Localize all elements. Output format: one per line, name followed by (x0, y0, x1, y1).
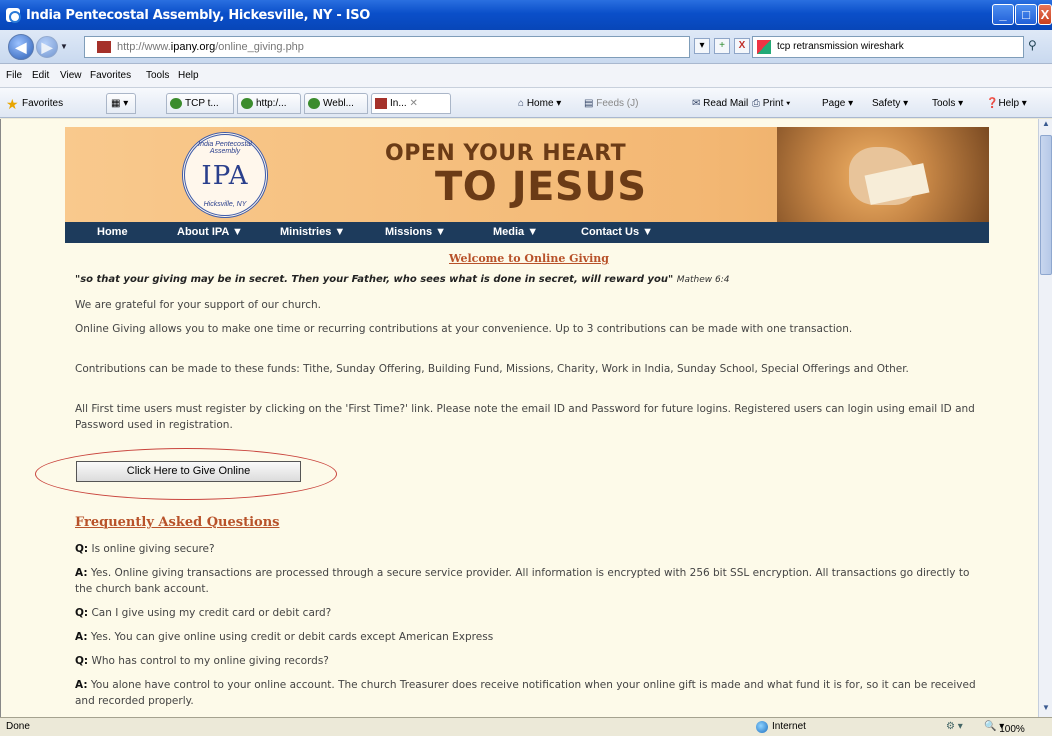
nav-missions[interactable]: Missions ▼ (385, 226, 446, 238)
faq-answer: A: You alone have control to your online… (75, 679, 976, 707)
ipa-logo[interactable]: India Pentecostal Assembly IPA Hicksvill… (182, 132, 268, 218)
search-input[interactable]: tcp retransmission wireshark (752, 36, 1024, 58)
maximize-button[interactable]: □ (1015, 4, 1037, 25)
back-button[interactable]: ◀ (8, 34, 34, 60)
forward-button[interactable]: ▶ (36, 36, 58, 58)
nav-media[interactable]: Media ▼ (493, 226, 538, 238)
address-toolbar: ◀ ▶ ▼ http://www.ipany.org/online_giving… (0, 30, 1052, 64)
address-bar[interactable]: http://www.ipany.org/online_giving.php (84, 36, 690, 58)
tab-ie-icon (170, 98, 182, 109)
banner-praying-photo (777, 127, 989, 222)
print-button[interactable]: ⎙ Print ▾ (752, 98, 790, 109)
read-mail-button[interactable]: ✉ Read Mail (692, 98, 748, 109)
faq-question: Q: Can I give using my credit card or de… (75, 607, 332, 619)
menu-view[interactable]: View (60, 70, 82, 81)
nav-home[interactable]: Home (97, 226, 128, 238)
protected-mode-icon[interactable]: ⚙ ▾ (946, 721, 963, 732)
tab-ie-icon (241, 98, 253, 109)
feeds-button[interactable]: ▤ Feeds (J) (584, 98, 638, 109)
home-button[interactable]: ⌂ Home ▾ (518, 98, 561, 109)
nav-ministries[interactable]: Ministries ▼ (280, 226, 345, 238)
printer-icon: ⎙ (752, 98, 763, 109)
mail-icon: ✉ (692, 98, 704, 109)
search-icon[interactable]: ⚲ (1028, 38, 1037, 52)
zoom-level[interactable]: 🔍 100% ▾ (984, 721, 1025, 735)
safety-menu-button[interactable]: Safety ▾ (872, 98, 908, 109)
ie-icon (6, 8, 21, 23)
favorites-star-icon[interactable]: ★ (6, 96, 19, 113)
quick-tabs-button[interactable]: ▦ ▾ (106, 93, 136, 114)
banner-slogan-line1: OPEN YOUR HEART (385, 141, 627, 166)
status-bar: Done Internet ⚙ ▾ 🔍 100% ▾ (0, 717, 1052, 736)
status-text: Done (6, 721, 30, 732)
close-window-button[interactable]: X (1038, 4, 1052, 25)
window-title-bar: India Pentecostal Assembly, Hickesville,… (0, 0, 1052, 30)
tab-webl[interactable]: Webl... (304, 93, 368, 114)
scripture-reference: Mathew 6:4 (676, 275, 730, 285)
menu-file[interactable]: File (6, 70, 22, 81)
tab-active[interactable]: In... ✕ (371, 93, 451, 114)
menu-bar: File Edit View Favorites Tools Help (0, 64, 1052, 88)
scroll-thumb[interactable] (1040, 135, 1052, 275)
intro-paragraph: We are grateful for your support of our … (75, 299, 321, 311)
give-online-button[interactable]: Click Here to Give Online (76, 461, 301, 482)
internet-zone-icon (756, 721, 768, 733)
home-icon: ⌂ (518, 98, 527, 109)
funds-paragraph: Contributions can be made to these funds… (75, 363, 909, 375)
registration-paragraph: All First time users must register by cl… (75, 403, 975, 431)
minimize-button[interactable]: _ (992, 4, 1014, 25)
logo-ring-top: India Pentecostal Assembly (198, 141, 252, 155)
tab-site-icon (375, 98, 387, 109)
online-giving-paragraph: Online Giving allows you to make one tim… (75, 323, 853, 335)
site-banner: India Pentecostal Assembly IPA Hicksvill… (65, 127, 989, 222)
address-url[interactable]: http://www.ipany.org/online_giving.php (117, 41, 304, 53)
address-dropdown-icon[interactable]: ▾ (694, 38, 710, 54)
page-viewport: India Pentecostal Assembly IPA Hicksvill… (0, 119, 1038, 717)
logo-ring-bottom: Hicksville, NY (203, 201, 247, 208)
vertical-scrollbar[interactable]: ▲ ▼ (1038, 119, 1052, 717)
site-navigation: Home About IPA ▼ Ministries ▼ Missions ▼… (65, 222, 989, 243)
window-title: India Pentecostal Assembly, Hickesville,… (26, 8, 371, 23)
search-provider-icon (757, 40, 771, 54)
help-menu-button[interactable]: ❓Help ▾ (986, 98, 1027, 109)
help-icon: ❓ (986, 98, 999, 109)
tools-menu-button[interactable]: Tools ▾ (932, 98, 963, 109)
scroll-down-icon[interactable]: ▼ (1040, 703, 1052, 717)
search-query-text[interactable]: tcp retransmission wireshark (777, 41, 904, 52)
menu-favorites[interactable]: Favorites (90, 70, 131, 81)
faq-answer: A: Yes. You can give online using credit… (75, 631, 494, 643)
logo-text: IPA (201, 161, 249, 191)
faq-heading: Frequently Asked Questions (75, 515, 280, 530)
scripture-quote: "so that your giving may be in secret. T… (75, 274, 730, 285)
nav-contact-us[interactable]: Contact Us ▼ (581, 226, 653, 238)
tab-ie-icon (308, 98, 320, 109)
tab-tcp[interactable]: TCP t... (166, 93, 234, 114)
refresh-button[interactable]: + (714, 38, 730, 54)
faq-answer: A: Yes. Online giving transactions are p… (75, 567, 970, 595)
stop-button[interactable]: X (734, 38, 750, 54)
menu-help[interactable]: Help (178, 70, 199, 81)
banner-slogan-line2: TO JESUS (435, 164, 647, 210)
scroll-up-icon[interactable]: ▲ (1040, 119, 1052, 133)
tab-http[interactable]: http:/... (237, 93, 301, 114)
feeds-icon: ▤ (584, 98, 597, 109)
security-zone[interactable]: Internet (772, 721, 806, 732)
faq-question: Q: Who has control to my online giving r… (75, 655, 329, 667)
page-title: Welcome to Online Giving (449, 252, 609, 265)
page-menu-button[interactable]: Page ▾ (822, 98, 853, 109)
site-favicon-icon (97, 41, 111, 53)
menu-tools[interactable]: Tools (146, 70, 169, 81)
history-dropdown-icon[interactable]: ▼ (60, 42, 68, 51)
nav-about-ipa[interactable]: About IPA ▼ (177, 226, 243, 238)
faq-question: Q: Is online giving secure? (75, 543, 215, 555)
favorites-label[interactable]: Favorites (22, 98, 63, 109)
favorites-bar: ★ Favorites ▦ ▾ TCP t... http:/... Webl.… (0, 88, 1052, 118)
menu-edit[interactable]: Edit (32, 70, 49, 81)
